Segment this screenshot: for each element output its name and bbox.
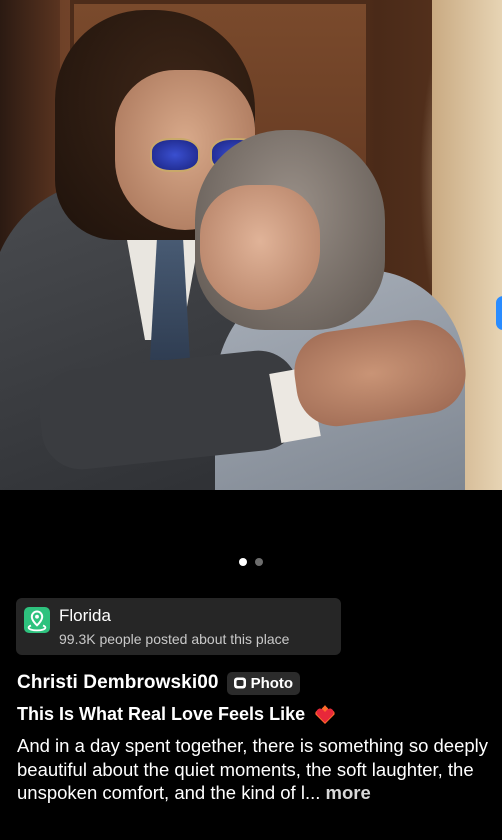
location-subtitle: 99.3K people posted about this place [59,631,290,647]
post-type-badge: Photo [226,671,301,695]
photo-icon [233,677,246,689]
photo-woman-face [200,185,320,310]
carousel-dot-2[interactable] [255,558,263,566]
post-description: And in a day spent together, there is so… [17,734,497,805]
map-pin-icon [24,607,50,633]
author-name[interactable]: Christi Dembrowski00 [17,672,219,694]
post-title-row: This Is What Real Love Feels Like [17,702,337,726]
carousel-dot-1[interactable] [239,558,247,566]
post-photo[interactable] [0,0,502,490]
carousel-indicator [0,558,502,566]
heart-on-fire-icon [315,705,335,724]
post-title: This Is What Real Love Feels Like [17,703,306,724]
location-card[interactable]: Florida 99.3K people posted about this p… [16,598,341,655]
post-description-text: And in a day spent together, there is so… [17,735,489,803]
location-name: Florida [59,606,111,625]
more-link[interactable]: more [326,782,371,803]
post-type-label: Photo [250,674,294,692]
floating-edge-handle[interactable] [496,296,502,330]
author-row: Christi Dembrowski00 Photo [17,669,301,697]
